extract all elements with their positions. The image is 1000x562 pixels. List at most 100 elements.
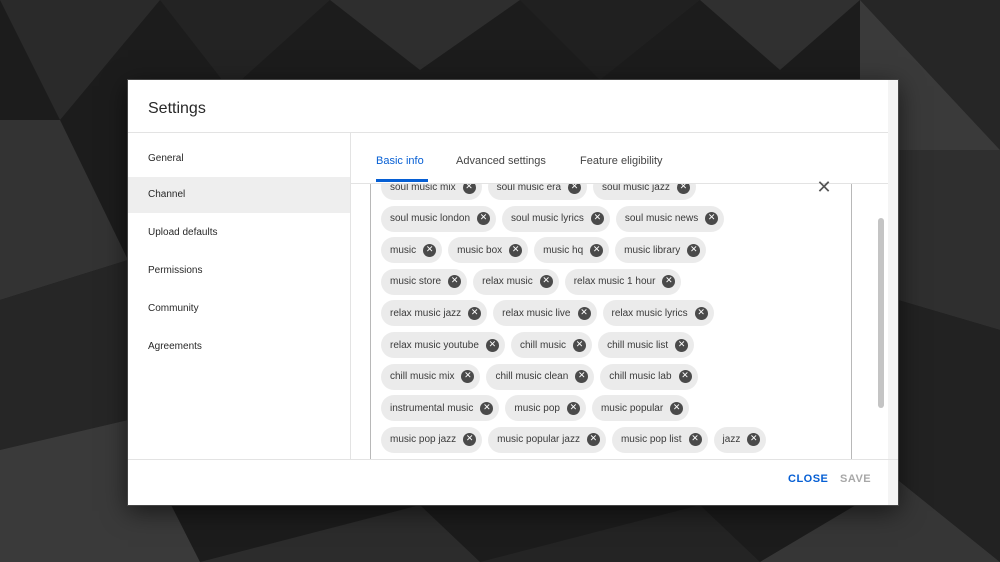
tag-chip-label: relax music live (502, 307, 571, 319)
tag-chip: music box ✕ (448, 237, 529, 264)
sidebar-item-agreements[interactable]: Agreements (128, 329, 350, 365)
settings-dialog: Settings General Channel Upload defaults… (128, 80, 898, 505)
tag-chip: music hq ✕ (534, 237, 610, 264)
tag-chip-label: music (390, 244, 417, 256)
close-button[interactable]: CLOSE (788, 473, 828, 485)
tag-chip-label: music box (457, 244, 503, 256)
tag-chip-label: soul music news (624, 213, 699, 225)
tag-chip: music pop list ✕ (611, 426, 708, 453)
remove-tag-icon[interactable]: ✕ (485, 338, 499, 352)
dialog-title: Settings (148, 100, 206, 117)
dialog-edge (888, 80, 898, 505)
remove-tag-icon[interactable]: ✕ (509, 243, 523, 257)
tag-chip-label: chill music (519, 339, 567, 351)
footer-divider (128, 459, 898, 460)
remove-tag-icon[interactable]: ✕ (461, 370, 475, 384)
tag-chip-label: music store (390, 276, 442, 288)
remove-tag-icon[interactable]: ✕ (688, 433, 702, 447)
tag-chip: music pop ✕ (505, 395, 586, 422)
tab-advanced-settings[interactable]: Advanced settings (456, 155, 546, 167)
remove-tag-icon[interactable]: ✕ (678, 370, 692, 384)
remove-tag-icon[interactable]: ✕ (423, 243, 437, 257)
remove-tag-icon[interactable]: ✕ (448, 275, 462, 289)
tag-chip-label: relax music 1 hour (573, 276, 656, 288)
remove-tag-icon[interactable]: ✕ (590, 212, 604, 226)
remove-tag-icon[interactable]: ✕ (566, 401, 580, 415)
remove-tag-icon[interactable]: ✕ (670, 401, 684, 415)
remove-tag-icon[interactable]: ✕ (675, 338, 689, 352)
tag-chip: soul music london ✕ (381, 205, 497, 232)
tag-chip-label: music popular jazz (497, 434, 580, 446)
remove-tag-icon[interactable]: ✕ (573, 338, 587, 352)
tag-chip-label: relax music (482, 276, 533, 288)
save-button[interactable]: SAVE (840, 473, 871, 485)
remove-tag-icon[interactable]: ✕ (463, 433, 477, 447)
tag-chip-label: chill music list (607, 339, 669, 351)
tag-row: soul music mix ✕ soul music era ✕ soul music… (381, 184, 696, 200)
remove-tag-icon[interactable]: ✕ (480, 401, 494, 415)
tag-chip: soul music era ✕ (487, 184, 588, 200)
sidebar-item-community[interactable]: Community (128, 291, 350, 327)
tag-chip-label: music hq (543, 244, 584, 256)
remove-tag-icon[interactable]: ✕ (662, 275, 676, 289)
remove-tag-icon[interactable]: ✕ (705, 212, 719, 226)
tag-chip: music store ✕ (381, 268, 468, 295)
scrollbar-thumb[interactable] (878, 218, 884, 408)
tag-chip: relax music jazz ✕ (381, 300, 488, 327)
tag-chip-label: relax music jazz (390, 307, 462, 319)
tag-chip-label: chill music mix (390, 371, 455, 383)
remove-tag-icon[interactable]: ✕ (694, 306, 708, 320)
remove-tag-icon[interactable]: ✕ (747, 433, 761, 447)
tag-chip: instrumental music ✕ (381, 395, 500, 422)
tag-chip-label: soul music london (390, 213, 471, 225)
tag-chip: soul music mix ✕ (381, 184, 482, 200)
tag-chip: chill music ✕ (510, 332, 593, 358)
remove-tag-icon[interactable]: ✕ (590, 243, 604, 257)
tag-chip-label: soul music mix (390, 184, 456, 193)
channel-tabs: Basic info Advanced settings Feature eli… (351, 133, 888, 184)
tag-chip: soul music jazz ✕ (593, 184, 696, 200)
remove-tag-icon[interactable]: ✕ (575, 370, 589, 384)
remove-tag-icon[interactable]: ✕ (468, 306, 482, 320)
tag-chip: relax music ✕ (473, 268, 559, 295)
tag-row: soul music london ✕ soul music lyrics ✕ soul… (381, 205, 725, 232)
tag-chip: relax music live ✕ (493, 300, 597, 327)
sidebar-item-channel[interactable]: Channel (128, 177, 350, 213)
remove-tag-icon[interactable]: ✕ (586, 433, 600, 447)
tag-chip-label: music library (624, 244, 681, 256)
tag-chip: relax music lyrics ✕ (602, 300, 714, 327)
tag-chip: relax music youtube ✕ (381, 332, 505, 358)
tag-chip-label: music pop list (620, 434, 682, 446)
sidebar-item-general[interactable]: General (128, 141, 350, 177)
tag-chip: jazz ✕ (713, 426, 767, 453)
tag-chip-label: relax music youtube (390, 339, 479, 351)
remove-tag-icon[interactable]: ✕ (676, 184, 690, 194)
close-icon[interactable]: ✕ (814, 178, 834, 198)
tag-chip-label: chill music lab (609, 371, 672, 383)
remove-tag-icon[interactable]: ✕ (462, 184, 476, 194)
tag-chip-label: jazz (722, 434, 741, 446)
tag-row: music ✕ music box ✕ music hq ✕ music library ✕ (381, 237, 707, 264)
active-tab-indicator (376, 179, 428, 182)
sidebar-item-permissions[interactable]: Permissions (128, 253, 350, 289)
tag-row: relax music jazz ✕ relax music live ✕ relax … (381, 300, 714, 327)
tag-chip-label: instrumental music (390, 402, 474, 414)
tag-chip-label: music pop jazz (390, 434, 457, 446)
tag-chip: chill music lab ✕ (600, 363, 698, 390)
remove-tag-icon[interactable]: ✕ (539, 275, 553, 289)
tag-row: music pop jazz ✕ music popular jazz ✕ music … (381, 426, 767, 453)
tags-field[interactable]: soul music mix ✕ soul music era ✕ soul music… (370, 184, 852, 459)
tab-basic-info[interactable]: Basic info (376, 155, 424, 167)
sidebar-item-upload-defaults[interactable]: Upload defaults (128, 215, 350, 251)
remove-tag-icon[interactable]: ✕ (577, 306, 591, 320)
tab-feature-eligibility[interactable]: Feature eligibility (580, 155, 663, 167)
remove-tag-icon[interactable]: ✕ (568, 184, 582, 194)
remove-tag-icon[interactable]: ✕ (477, 212, 491, 226)
tag-chip: chill music clean ✕ (486, 363, 595, 390)
tag-chip: music popular ✕ (591, 395, 690, 422)
tag-chip: music popular jazz ✕ (488, 426, 606, 453)
tag-row: chill music mix ✕ chill music clean ✕ chill … (381, 363, 698, 390)
tag-row: relax music youtube ✕ chill music ✕ chill mu… (381, 332, 695, 358)
remove-tag-icon[interactable]: ✕ (687, 243, 701, 257)
tag-chip-label: soul music jazz (602, 184, 670, 193)
